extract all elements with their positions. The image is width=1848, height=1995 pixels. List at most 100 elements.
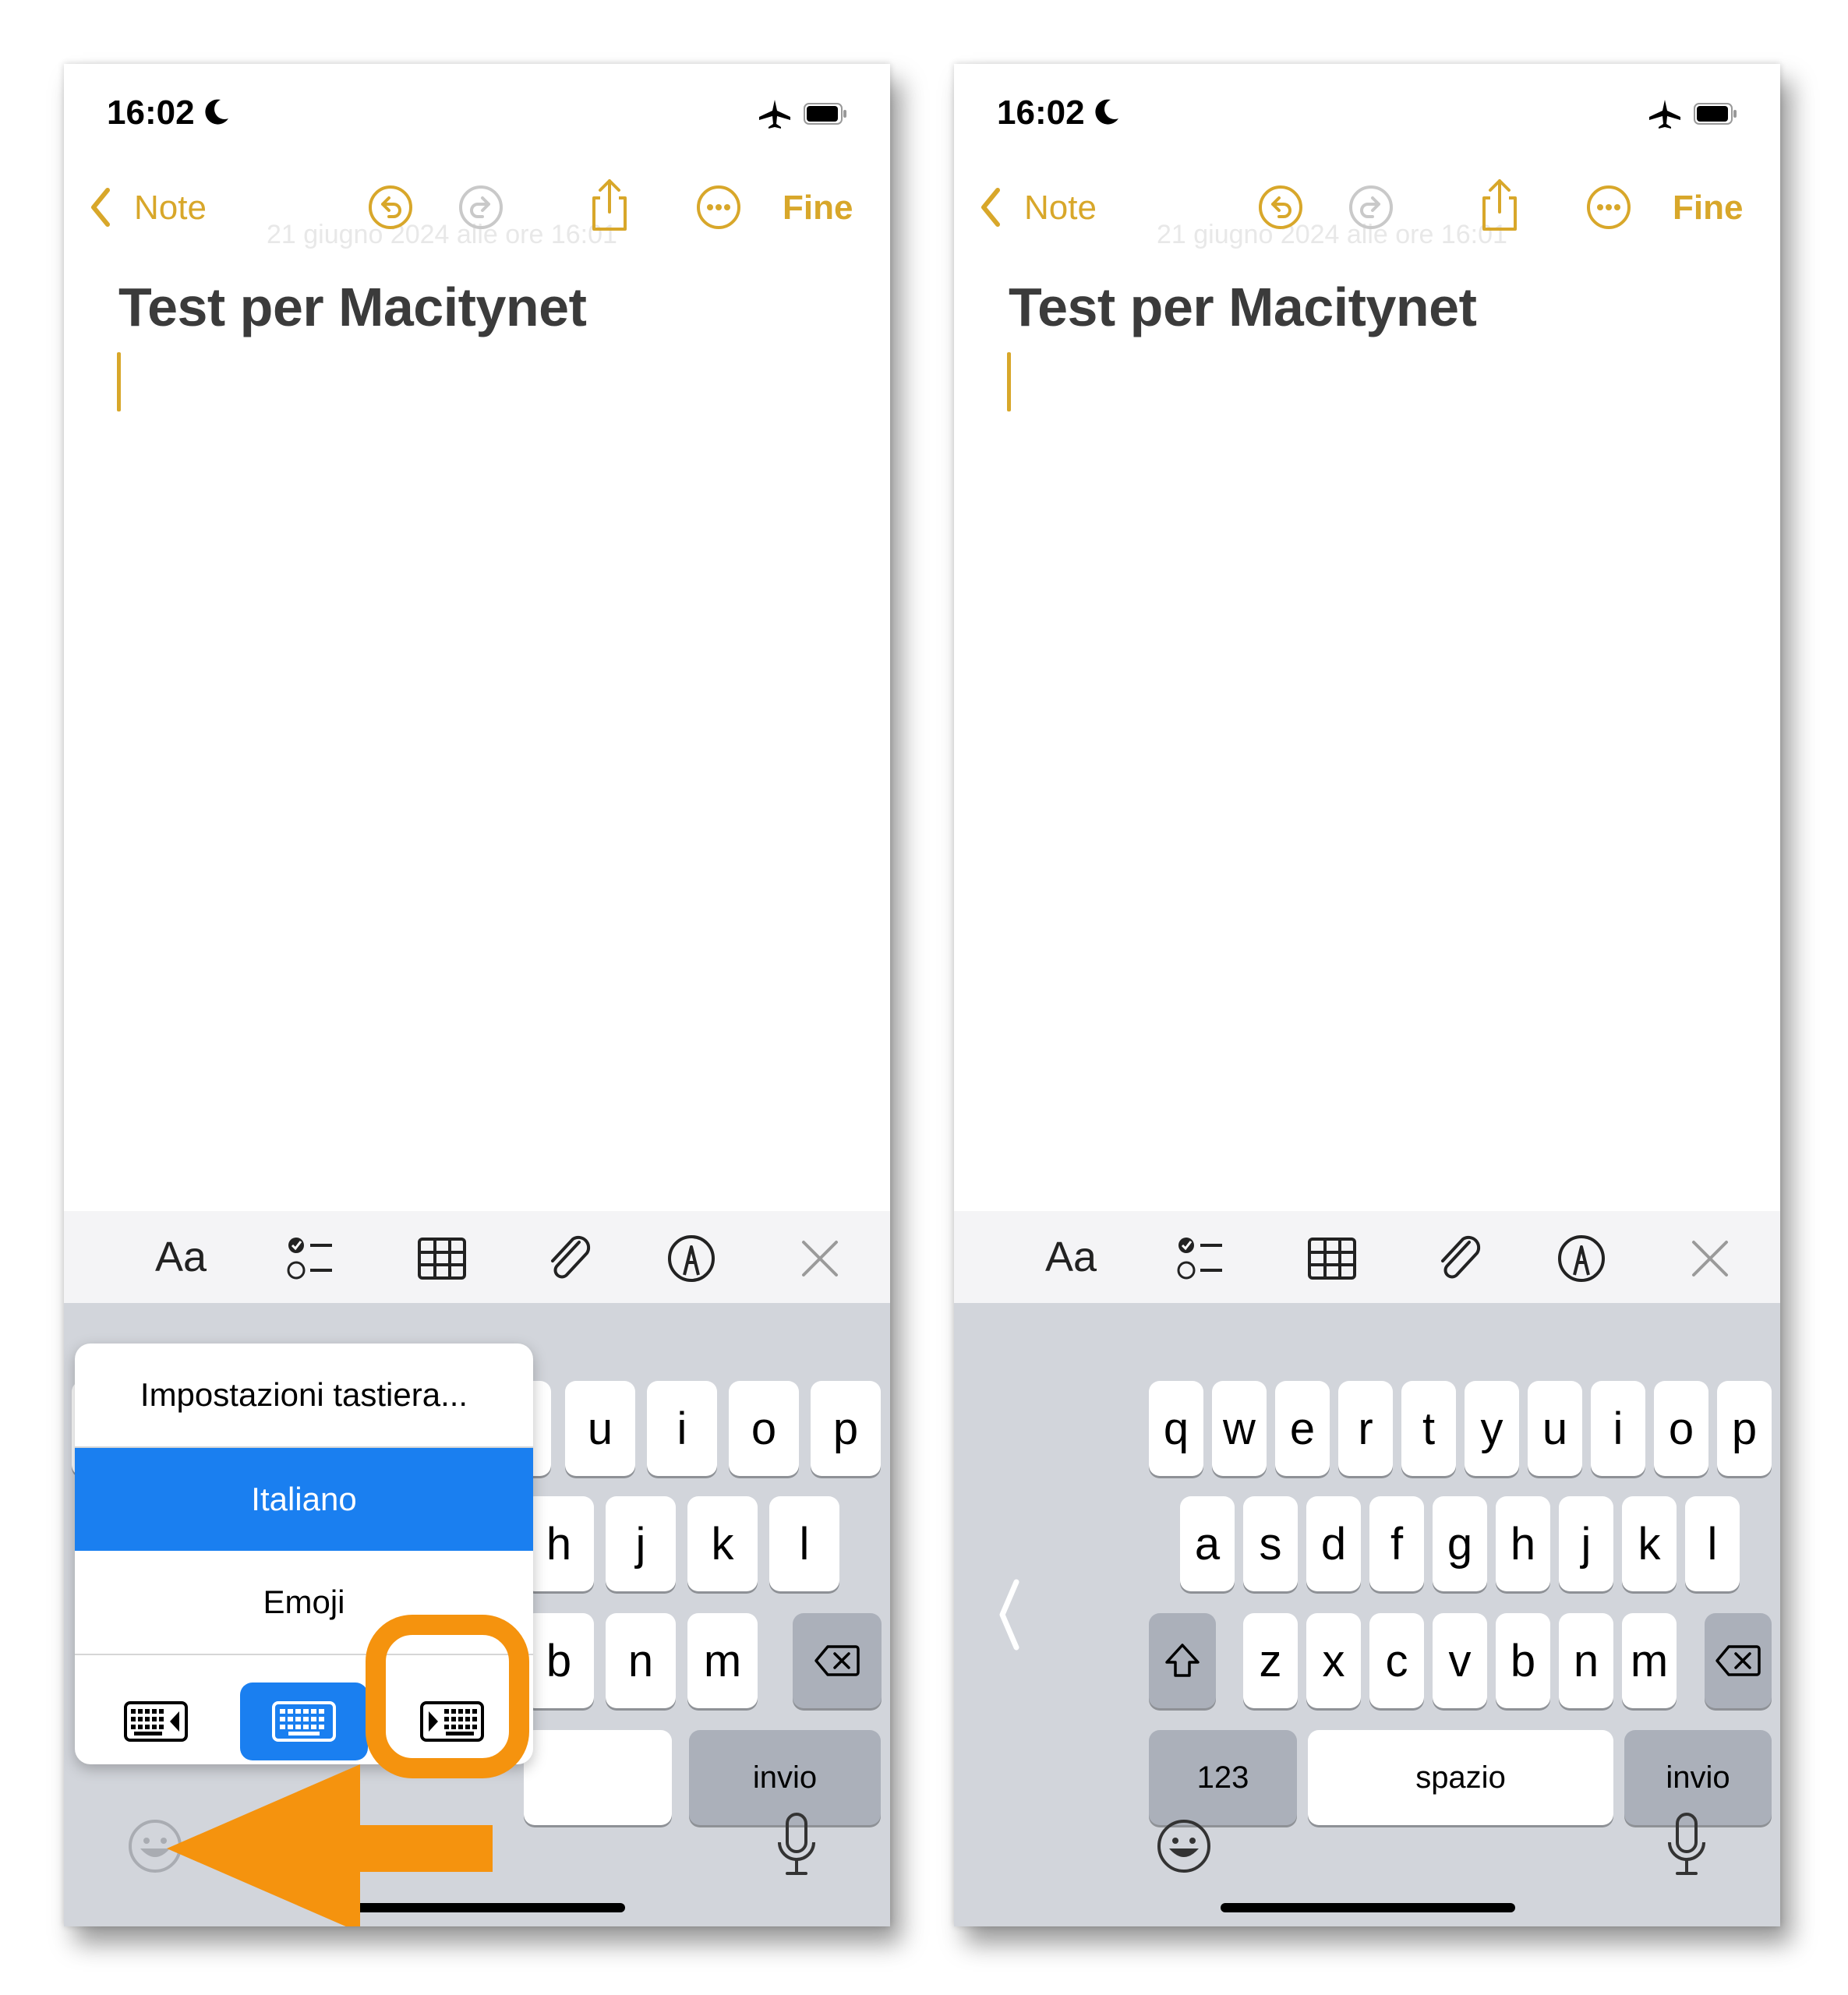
microphone-icon[interactable]	[1663, 1810, 1710, 1880]
markup-pen-icon[interactable]	[664, 1231, 719, 1286]
delete-key[interactable]	[793, 1613, 882, 1708]
airplane-icon	[1649, 100, 1680, 129]
back-chevron-icon[interactable]	[977, 185, 1004, 229]
key-letter[interactable]: s	[1243, 1496, 1298, 1591]
battery-icon	[804, 103, 846, 125]
key-letter[interactable]: x	[1306, 1613, 1361, 1708]
key-letter[interactable]: i	[1591, 1381, 1645, 1476]
phone-screen-right: 16:02 Note 21 giugno 2024 alle ore 16:01…	[954, 64, 1780, 1926]
key-letter[interactable]: p	[1717, 1381, 1772, 1476]
key-letter[interactable]: i	[647, 1381, 717, 1476]
language-italiano-item[interactable]: Italiano	[75, 1448, 533, 1551]
key-letter[interactable]: y	[1465, 1381, 1519, 1476]
key-letter[interactable]: o	[729, 1381, 799, 1476]
expand-keyboard-chevron-icon[interactable]	[993, 1576, 1024, 1654]
battery-icon	[1694, 103, 1737, 125]
note-date-ghost: 21 giugno 2024 alle ore 16:01	[267, 220, 617, 249]
delete-key[interactable]	[1705, 1613, 1772, 1708]
space-key[interactable]: spazio	[1308, 1730, 1613, 1825]
share-icon[interactable]	[1475, 178, 1525, 234]
key-letter[interactable]: u	[565, 1381, 635, 1476]
key-letter[interactable]: n	[606, 1613, 676, 1708]
done-button[interactable]: Fine	[783, 189, 853, 228]
numbers-key[interactable]: 123	[1149, 1730, 1297, 1825]
key-letter[interactable]: k	[687, 1496, 758, 1591]
key-letter[interactable]: l	[1685, 1496, 1740, 1591]
highlight-ring-annotation	[366, 1615, 529, 1778]
text-format-button[interactable]: Aa	[1045, 1233, 1097, 1281]
key-letter[interactable]: l	[769, 1496, 839, 1591]
checklist-icon[interactable]	[1174, 1231, 1228, 1286]
back-chevron-icon[interactable]	[87, 185, 114, 229]
keyboard-settings-item[interactable]: Impostazioni tastiera...	[75, 1344, 533, 1446]
key-letter[interactable]: g	[1433, 1496, 1487, 1591]
key-letter[interactable]: d	[1306, 1496, 1361, 1591]
key-letter[interactable]: t	[1401, 1381, 1456, 1476]
back-button-label[interactable]: Note	[1024, 189, 1097, 228]
key-letter[interactable]: p	[811, 1381, 881, 1476]
formatting-toolbar: Aa	[64, 1211, 890, 1303]
back-button-label[interactable]: Note	[134, 189, 207, 228]
more-options-icon[interactable]	[1584, 182, 1634, 232]
emoji-icon[interactable]	[1155, 1817, 1213, 1875]
note-title[interactable]: Test per Macitynet	[1009, 276, 1477, 338]
key-letter[interactable]: b	[524, 1613, 594, 1708]
key-letter[interactable]: k	[1622, 1496, 1677, 1591]
key-letter[interactable]: r	[1338, 1381, 1393, 1476]
more-options-icon[interactable]	[694, 182, 744, 232]
checklist-icon[interactable]	[284, 1231, 338, 1286]
note-title[interactable]: Test per Macitynet	[118, 276, 587, 338]
key-letter[interactable]: e	[1275, 1381, 1330, 1476]
status-time: 16:02	[107, 94, 195, 132]
table-icon[interactable]	[1305, 1231, 1359, 1286]
key-letter[interactable]: u	[1528, 1381, 1582, 1476]
full-keyboard-option[interactable]	[240, 1683, 368, 1760]
key-letter[interactable]: w	[1212, 1381, 1267, 1476]
text-format-button[interactable]: Aa	[155, 1233, 207, 1281]
key-letter[interactable]: a	[1180, 1496, 1235, 1591]
moon-icon	[205, 99, 228, 125]
key-letter[interactable]: m	[1622, 1613, 1677, 1708]
redo-icon[interactable]	[456, 182, 506, 232]
attachment-icon[interactable]	[542, 1231, 596, 1286]
key-letter[interactable]: b	[1496, 1613, 1550, 1708]
key-letter[interactable]: v	[1433, 1613, 1487, 1708]
formatting-toolbar: Aa	[954, 1211, 1780, 1303]
share-icon[interactable]	[585, 178, 634, 234]
key-letter[interactable]: j	[606, 1496, 676, 1591]
microphone-icon[interactable]	[773, 1810, 820, 1880]
home-indicator	[1221, 1903, 1515, 1912]
key-letter[interactable]: h	[1496, 1496, 1550, 1591]
redo-icon[interactable]	[1346, 182, 1396, 232]
table-icon[interactable]	[415, 1231, 469, 1286]
key-letter[interactable]: f	[1369, 1496, 1424, 1591]
arrow-annotation-icon	[167, 1764, 493, 1926]
attachment-icon[interactable]	[1432, 1231, 1486, 1286]
key-letter[interactable]: j	[1559, 1496, 1613, 1591]
text-cursor	[1007, 352, 1011, 411]
delete-icon	[1715, 1645, 1761, 1676]
keyboard-left-icon	[124, 1701, 188, 1742]
moon-icon	[1095, 99, 1118, 125]
keyboard-full-icon	[272, 1701, 336, 1742]
shift-icon	[1165, 1644, 1200, 1677]
key-letter[interactable]: o	[1654, 1381, 1708, 1476]
key-letter[interactable]: c	[1369, 1613, 1424, 1708]
key-letter[interactable]: n	[1559, 1613, 1613, 1708]
close-icon[interactable]	[1683, 1231, 1737, 1286]
done-button[interactable]: Fine	[1673, 189, 1743, 228]
key-letter[interactable]: q	[1149, 1381, 1203, 1476]
shift-key[interactable]	[1149, 1613, 1216, 1708]
undo-icon[interactable]	[366, 182, 415, 232]
key-letter[interactable]: z	[1243, 1613, 1298, 1708]
markup-pen-icon[interactable]	[1554, 1231, 1609, 1286]
status-time: 16:02	[997, 94, 1085, 132]
undo-icon[interactable]	[1256, 182, 1306, 232]
space-key[interactable]	[524, 1730, 672, 1825]
key-letter[interactable]: m	[687, 1613, 758, 1708]
delete-icon	[814, 1645, 860, 1676]
close-icon[interactable]	[793, 1231, 847, 1286]
left-keyboard-option[interactable]	[92, 1683, 220, 1760]
note-date-ghost: 21 giugno 2024 alle ore 16:01	[1157, 220, 1507, 249]
key-letter[interactable]: h	[524, 1496, 594, 1591]
